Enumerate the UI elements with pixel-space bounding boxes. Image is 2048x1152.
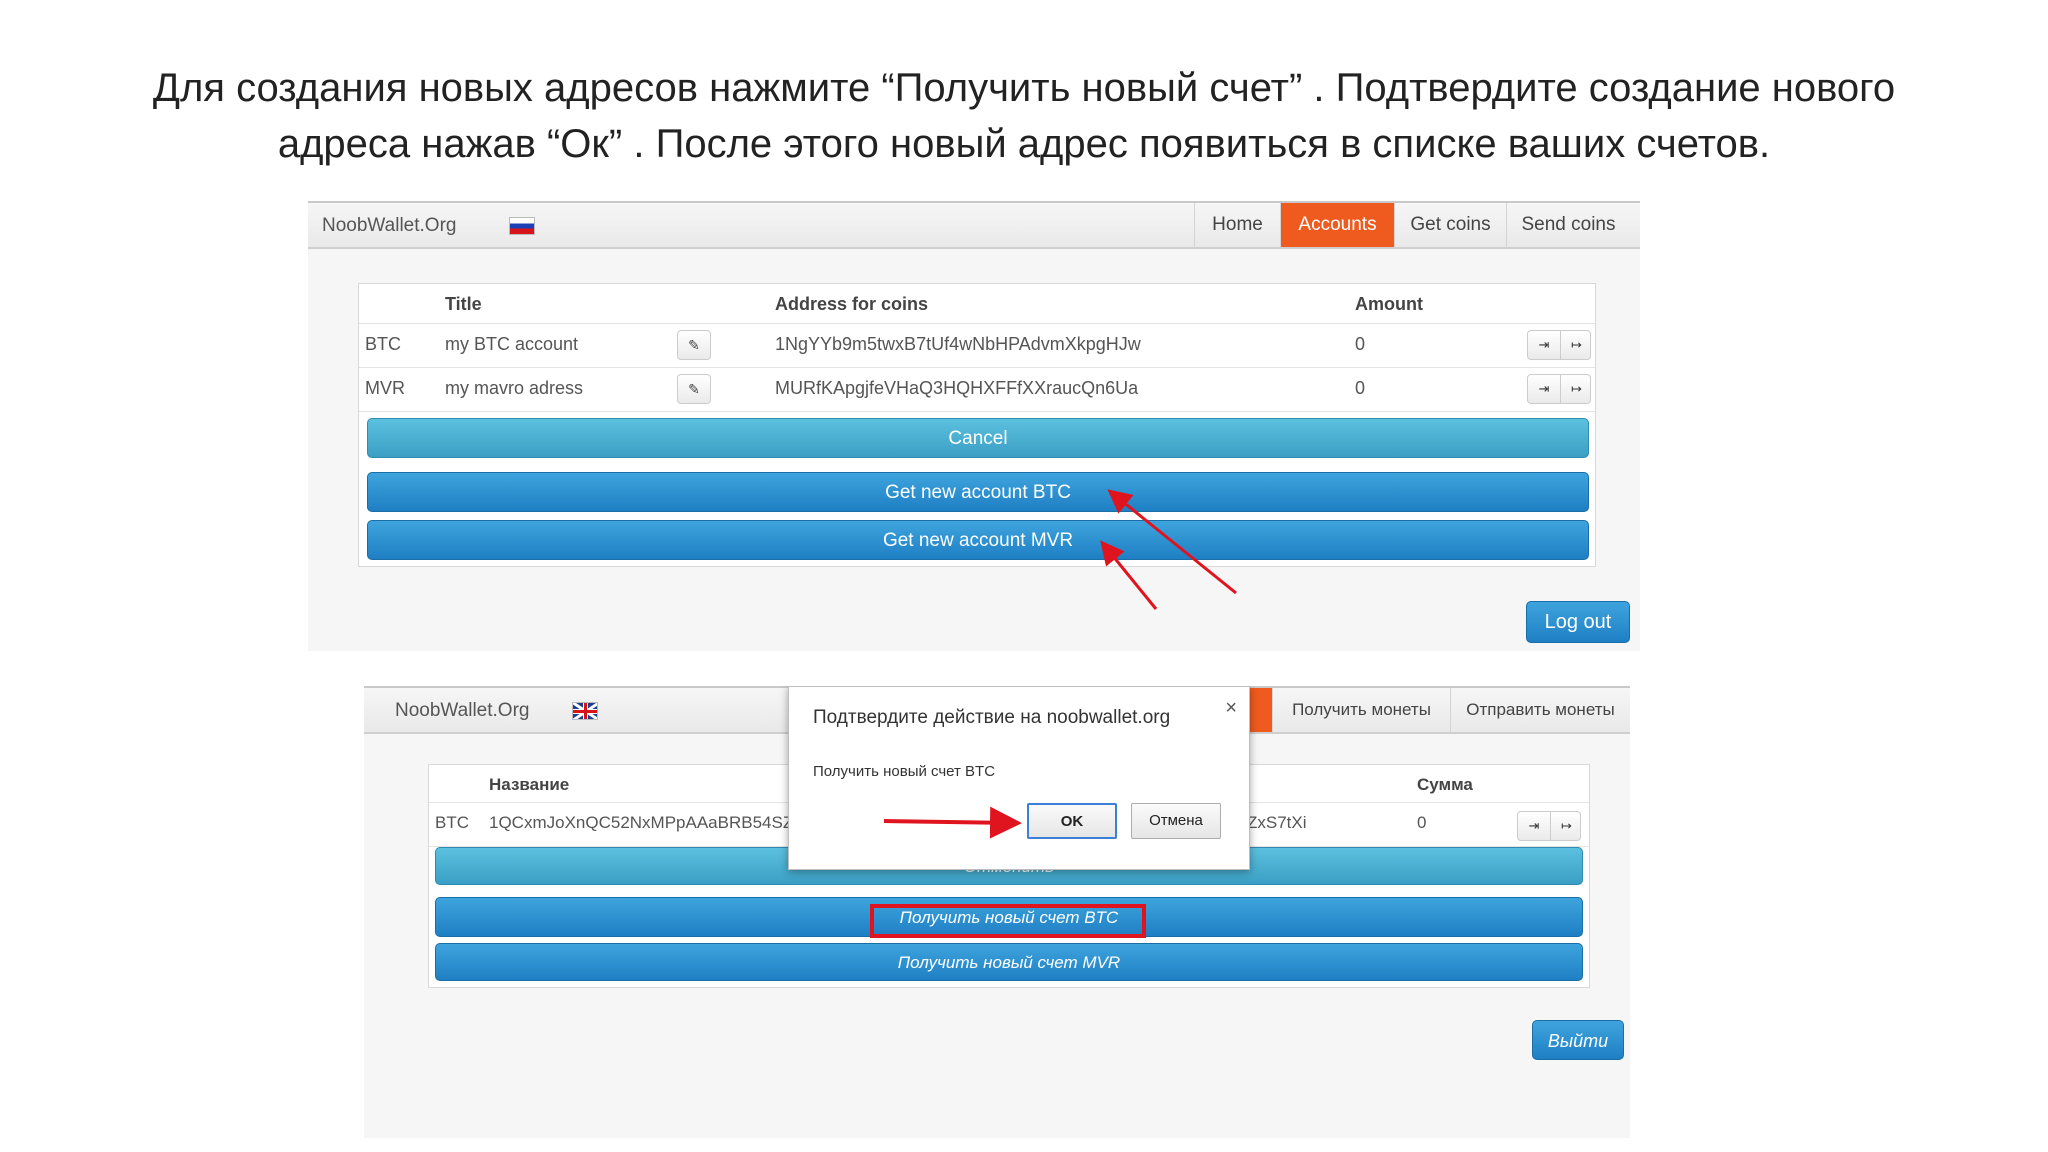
instruction-line-2: адреса нажав “Ок” . После этого новый ад… <box>277 122 1771 166</box>
instruction-line-1: Для создания новых адресов нажмите “Полу… <box>152 66 1896 110</box>
bottom-screenshot: NoobWallet.Org Получить монеты Отправить… <box>364 686 1630 1138</box>
arrow-to-ok-button <box>883 806 1022 839</box>
top-screenshot: NoobWallet.Org Home Accounts Get coins S… <box>308 201 1640 651</box>
annotation-arrows <box>1100 489 1237 610</box>
arrow-to-mvr-button <box>1100 540 1158 610</box>
annotation-arrows <box>883 806 1022 839</box>
instruction-text: Для создания новых адресов нажмите “Полу… <box>0 60 2048 172</box>
